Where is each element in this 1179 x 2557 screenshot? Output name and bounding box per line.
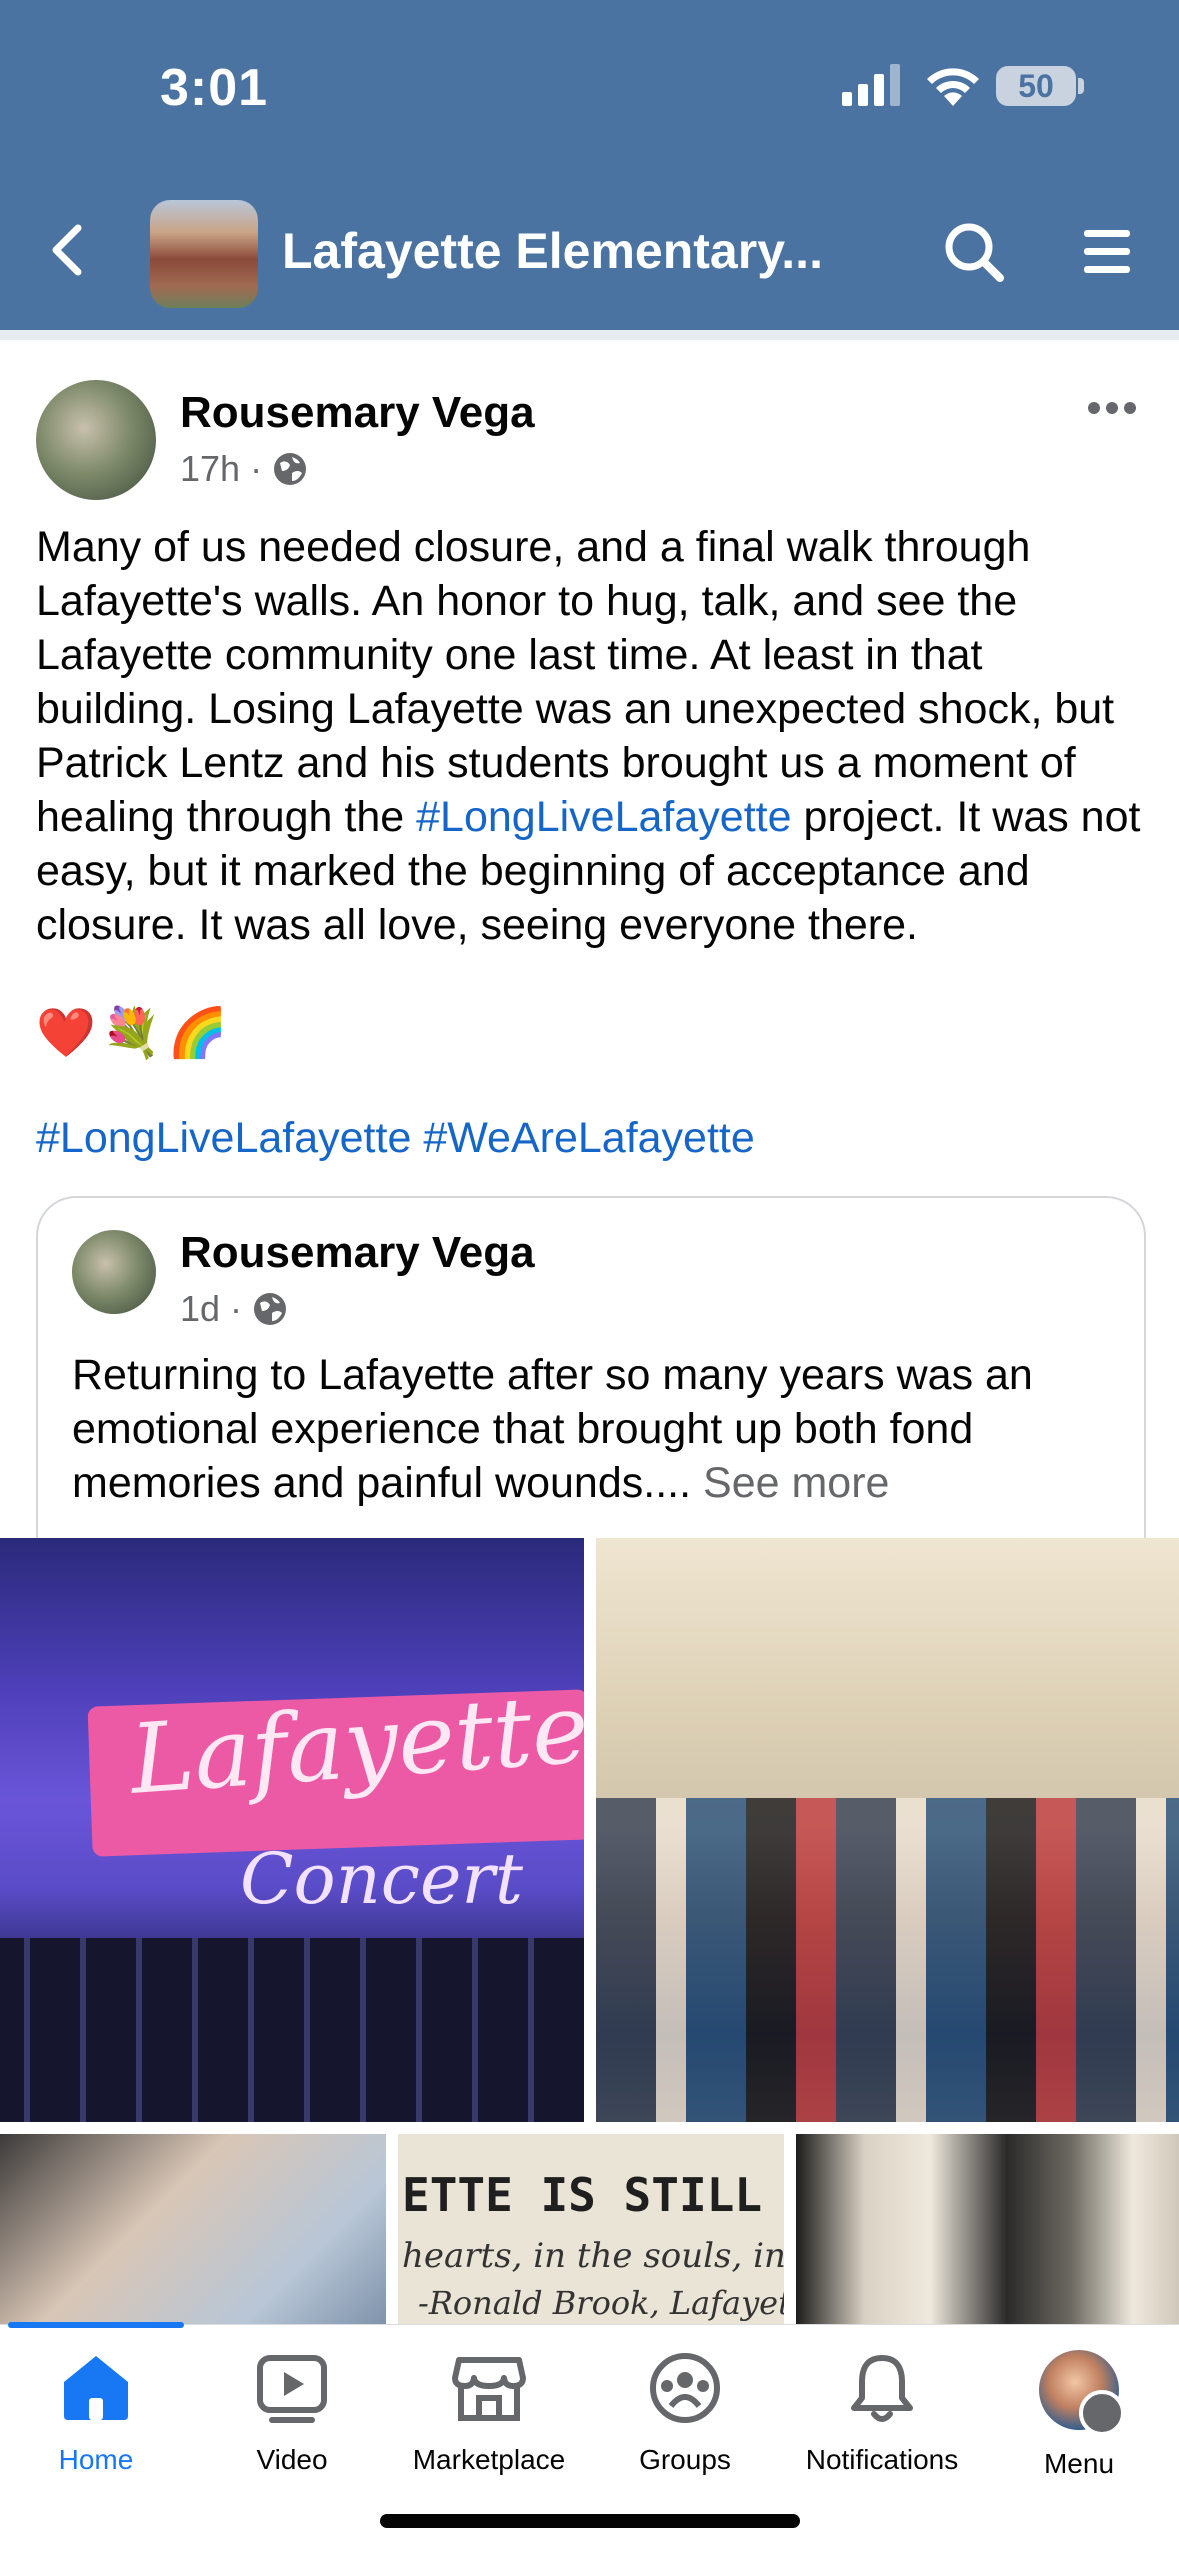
shared-post-time[interactable]: 1d bbox=[180, 1288, 220, 1330]
tab-groups-label: Groups bbox=[639, 2444, 731, 2475]
post-hashtags[interactable]: #LongLiveLafayette #WeAreLafayette bbox=[36, 1114, 755, 1163]
menu-badge-icon bbox=[1079, 2390, 1125, 2436]
marketplace-icon bbox=[452, 2357, 526, 2421]
tab-home-label: Home bbox=[58, 2444, 134, 2475]
group-title[interactable]: Lafayette Elementary... bbox=[282, 222, 823, 280]
cellular-signal-icon bbox=[842, 64, 900, 106]
photo-group-wall[interactable] bbox=[596, 1538, 1179, 2122]
tab-marketplace[interactable]: Marketplace bbox=[391, 2350, 587, 2476]
globe-icon bbox=[274, 453, 307, 485]
wifi-icon bbox=[927, 68, 979, 106]
group-people bbox=[596, 1798, 1179, 2122]
search-icon[interactable] bbox=[942, 220, 1006, 284]
shared-post-text: Returning to Lafayette after so many yea… bbox=[72, 1348, 1132, 1510]
meta-dot: · bbox=[250, 448, 263, 489]
group-cover-avatar[interactable] bbox=[150, 200, 258, 308]
wall-quote-line-2: hearts, in the souls, in the bbox=[402, 2236, 784, 2276]
shared-post-meta: 1d · bbox=[180, 1288, 288, 1330]
tab-marketplace-label: Marketplace bbox=[412, 2444, 566, 2475]
meta-dot: · bbox=[230, 1288, 243, 1329]
tab-groups[interactable]: Groups bbox=[587, 2350, 783, 2476]
header-divider bbox=[0, 330, 1179, 340]
photo-concert-stage[interactable]: Lafayette Concert bbox=[0, 1538, 584, 2122]
more-options-icon[interactable] bbox=[1086, 388, 1138, 428]
photo-child[interactable] bbox=[0, 2134, 386, 2324]
shared-author-avatar[interactable] bbox=[72, 1230, 156, 1314]
battery-tip bbox=[1078, 78, 1084, 94]
tab-video[interactable]: Video bbox=[194, 2350, 390, 2476]
photo-wall-quote[interactable]: ETTE IS STILL H hearts, in the souls, in… bbox=[398, 2134, 784, 2324]
post-body: Many of us needed closure, and a final w… bbox=[36, 520, 1146, 952]
tab-menu-label: Menu bbox=[1043, 2448, 1115, 2479]
globe-icon bbox=[254, 1293, 287, 1325]
video-icon bbox=[257, 2355, 327, 2423]
photo-stairwell[interactable] bbox=[796, 2134, 1179, 2324]
shared-post-author[interactable]: Rousemary Vega bbox=[180, 1228, 535, 1278]
status-time: 3:01 bbox=[160, 59, 269, 117]
groups-icon bbox=[650, 2353, 720, 2423]
menu-avatar bbox=[1039, 2350, 1125, 2436]
home-icon bbox=[64, 2356, 128, 2420]
post-time[interactable]: 17h bbox=[180, 448, 240, 490]
tab-menu[interactable]: Menu bbox=[981, 2350, 1177, 2480]
tab-notifications-label: Notifications bbox=[805, 2444, 959, 2475]
wall-quote-line-1: ETTE IS STILL H bbox=[402, 2168, 784, 2222]
hashtag-link[interactable]: #LongLiveLafayette bbox=[416, 793, 791, 841]
author-avatar[interactable] bbox=[36, 380, 156, 500]
battery-indicator: 50 bbox=[996, 66, 1076, 106]
tab-home[interactable]: Home bbox=[0, 2350, 194, 2476]
concert-banner-word-2: Concert bbox=[240, 1838, 524, 1920]
see-more-link[interactable]: See more bbox=[703, 1459, 889, 1507]
post-author[interactable]: Rousemary Vega bbox=[180, 388, 535, 438]
hamburger-menu-icon[interactable] bbox=[1080, 226, 1134, 278]
post-emojis: ❤️💐🌈 bbox=[36, 1007, 234, 1060]
bell-icon bbox=[851, 2355, 913, 2422]
home-indicator bbox=[380, 2514, 800, 2528]
stage-chairs bbox=[0, 1938, 584, 2122]
wall-quote-line-3: -Ronald Brook, Lafayette Paren bbox=[418, 2284, 784, 2322]
tab-video-label: Video bbox=[256, 2444, 328, 2475]
back-arrow-icon[interactable] bbox=[44, 222, 96, 278]
tab-notifications[interactable]: Notifications bbox=[784, 2350, 980, 2476]
active-tab-indicator bbox=[8, 2322, 184, 2328]
post-meta: 17h · bbox=[180, 448, 308, 490]
